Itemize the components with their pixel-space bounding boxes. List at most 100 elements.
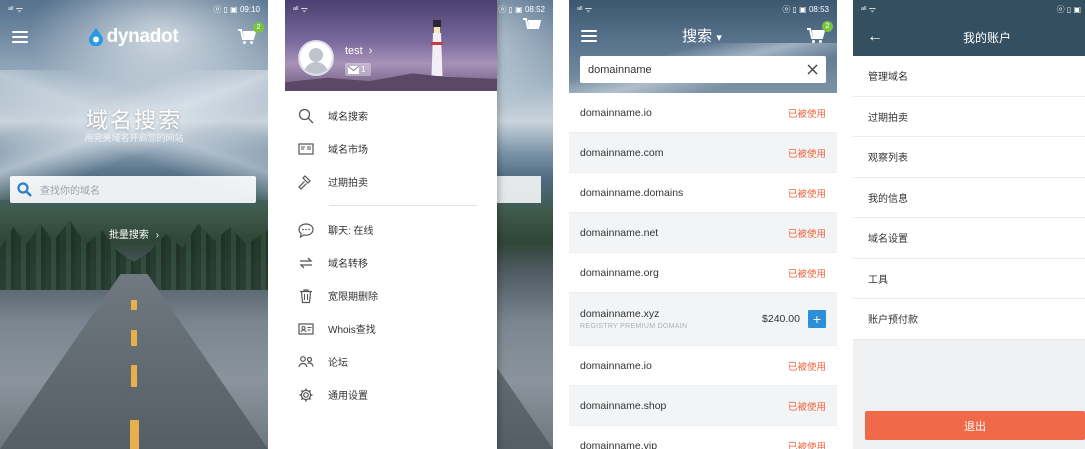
domain-search-input[interactable]: 查找你的域名 bbox=[10, 176, 256, 203]
menu-item-whois[interactable]: Whois查找 bbox=[285, 312, 497, 345]
menu-item-domain-search[interactable]: 域名搜索 bbox=[285, 99, 497, 132]
search-type-dropdown[interactable]: 搜索 ▾ bbox=[682, 25, 722, 46]
messages-button[interactable]: 1 bbox=[345, 63, 371, 76]
premium-result-row[interactable]: domainname.xyz REGISTRY PREMIUM DOMAIN $… bbox=[569, 293, 837, 346]
page-title: 我的账户 bbox=[963, 30, 1012, 45]
status-taken: 已被使用 bbox=[787, 228, 826, 240]
status-taken: 已被使用 bbox=[787, 108, 826, 120]
cart-badge: 2 bbox=[252, 22, 264, 33]
cart-button[interactable]: 2 bbox=[237, 22, 264, 45]
menu-item-chat[interactable]: 聊天: 在线 bbox=[285, 213, 497, 246]
top-bar: dynadot 2 bbox=[0, 18, 268, 56]
cart-button[interactable]: 2 bbox=[807, 20, 833, 44]
status-bar: ᵃˡˡ ᯤ bbox=[285, 0, 497, 18]
menu-item-expired-auctions[interactable]: 过期拍卖 bbox=[285, 165, 497, 198]
signal-icon: ᵃˡˡ ᯤ bbox=[8, 4, 24, 14]
domain-name: domainname.com bbox=[580, 146, 664, 159]
menu-item-label: 论坛 bbox=[328, 358, 348, 369]
domain-name: domainname.net bbox=[580, 226, 659, 239]
logo-drop-icon bbox=[88, 28, 103, 46]
menu-item-domain-settings[interactable]: 域名设置 bbox=[853, 218, 1085, 259]
menu-item-tools[interactable]: 工具 bbox=[853, 259, 1085, 299]
domain-name: domainname.domains bbox=[580, 186, 684, 199]
menu-item-label: 域名转移 bbox=[328, 259, 368, 270]
hero-subtitle: 用完美域名开启您的网站 bbox=[84, 133, 184, 143]
menu-icon[interactable] bbox=[581, 29, 597, 42]
result-row[interactable]: domainname.io 已被使用 bbox=[569, 346, 837, 386]
user-avatar-icon bbox=[303, 48, 329, 74]
cart-icon bbox=[523, 18, 542, 34]
drawer-menu: 域名搜索 域名市场 过期拍卖 聊天: 在线 域名转移 宽限期删除 Whois查找… bbox=[285, 91, 497, 411]
menu-item-expired-auctions[interactable]: 过期拍卖 bbox=[853, 97, 1085, 137]
domain-name: domainname.io bbox=[580, 359, 652, 372]
account-screen: ᵃˡˡ ᯤ ⓞ ▯ ▣ ← 我的账户 管理域名 过期拍卖 观察列表 我的信息 域… bbox=[853, 0, 1085, 449]
menu-item-grace-delete[interactable]: 宽限期删除 bbox=[285, 279, 497, 312]
gear-icon bbox=[299, 388, 313, 401]
menu-item-label: Whois查找 bbox=[328, 325, 376, 336]
results-list: domainname.io 已被使用 domainname.com 已被使用 dom… bbox=[569, 93, 837, 449]
result-row[interactable]: domainname.vip 已被使用 bbox=[569, 426, 837, 449]
page-title: 搜索 bbox=[682, 28, 713, 45]
username-link[interactable]: test › bbox=[345, 45, 372, 57]
result-row[interactable]: domainname.net 已被使用 bbox=[569, 213, 837, 253]
result-row[interactable]: domainname.io 已被使用 bbox=[569, 93, 837, 133]
market-icon bbox=[298, 142, 314, 155]
search-placeholder: 查找你的域名 bbox=[40, 186, 100, 197]
result-row[interactable]: domainname.domains 已被使用 bbox=[569, 173, 837, 213]
chevron-right-icon: › bbox=[155, 230, 160, 241]
status-taken: 已被使用 bbox=[787, 268, 826, 280]
id-card-icon bbox=[298, 322, 314, 335]
status-bar: ᵃˡˡ ᯤ ⓞ ▯ ▣ 09:10 bbox=[0, 0, 268, 18]
back-arrow-icon[interactable]: ← bbox=[853, 28, 893, 46]
domain-name: domainname.vip bbox=[580, 439, 658, 449]
username: test bbox=[345, 45, 363, 57]
signal-icon: ᵃˡˡ ᯤ bbox=[861, 4, 877, 14]
bulk-search-link[interactable]: 批量搜索 › bbox=[0, 226, 268, 241]
status-taken: 已被使用 bbox=[787, 361, 826, 373]
transfer-icon bbox=[299, 257, 313, 268]
close-icon[interactable] bbox=[807, 64, 818, 75]
menu-item-watchlist[interactable]: 观察列表 bbox=[853, 137, 1085, 178]
premium-label: REGISTRY PREMIUM DOMAIN bbox=[580, 323, 688, 330]
search-value: domainname bbox=[588, 63, 652, 76]
result-row[interactable]: domainname.shop 已被使用 bbox=[569, 386, 837, 426]
status-icons: ⓞ ▯ ▣ bbox=[498, 4, 523, 14]
status-bar-right: ⓞ ▯ ▣ 08:52 bbox=[473, 0, 553, 18]
drawer-screen: ᵃˡˡ ᯤ test › 1 域名搜索 域名市场 过期拍卖 聊天: 在线 域名转… bbox=[285, 0, 553, 449]
lighthouse-image bbox=[431, 20, 443, 76]
domain-name: domainname.org bbox=[580, 266, 659, 279]
search-input[interactable]: domainname bbox=[580, 56, 826, 83]
result-row[interactable]: domainname.org 已被使用 bbox=[569, 253, 837, 293]
add-to-cart-button[interactable]: + bbox=[808, 310, 826, 328]
logout-button[interactable]: 退出 bbox=[865, 411, 1085, 440]
status-taken: 已被使用 bbox=[787, 441, 826, 449]
result-row[interactable]: domainname.com 已被使用 bbox=[569, 133, 837, 173]
domain-price: $240.00 bbox=[762, 313, 800, 325]
menu-item-my-info[interactable]: 我的信息 bbox=[853, 178, 1085, 218]
menu-item-label: 聊天: 在线 bbox=[328, 226, 374, 237]
status-time: 08:53 bbox=[808, 4, 829, 14]
menu-icon[interactable] bbox=[12, 31, 28, 43]
menu-item-account-balance[interactable]: 账户预付款 bbox=[853, 299, 1085, 340]
menu-item-label: 域名市场 bbox=[328, 145, 368, 156]
menu-item-manage-domains[interactable]: 管理域名 bbox=[853, 56, 1085, 97]
search-results-screen: ᵃˡˡ ᯤ ⓞ ▯ ▣ 08:53 搜索 ▾ 2 domainname doma… bbox=[569, 0, 837, 449]
gavel-icon bbox=[298, 174, 311, 190]
status-taken: 已被使用 bbox=[787, 148, 826, 160]
bulk-search-label: 批量搜索 bbox=[108, 230, 149, 241]
forum-icon bbox=[298, 355, 314, 367]
menu-item-marketplace[interactable]: 域名市场 bbox=[285, 132, 497, 165]
chevron-down-icon: ▾ bbox=[716, 32, 722, 44]
lane-mark bbox=[130, 420, 139, 449]
menu-item-forum[interactable]: 论坛 bbox=[285, 345, 497, 378]
status-bar: ᵃˡˡ ᯤ ⓞ ▯ ▣ bbox=[853, 0, 1085, 18]
search-icon bbox=[17, 182, 32, 197]
lane-mark bbox=[131, 300, 137, 310]
status-time: 09:10 bbox=[239, 4, 260, 14]
mail-icon bbox=[348, 65, 359, 74]
chat-icon bbox=[298, 222, 314, 238]
menu-item-settings[interactable]: 通用设置 bbox=[285, 378, 497, 411]
menu-item-transfer[interactable]: 域名转移 bbox=[285, 246, 497, 279]
domain-name: domainname.shop bbox=[580, 399, 667, 412]
avatar[interactable] bbox=[298, 40, 334, 76]
